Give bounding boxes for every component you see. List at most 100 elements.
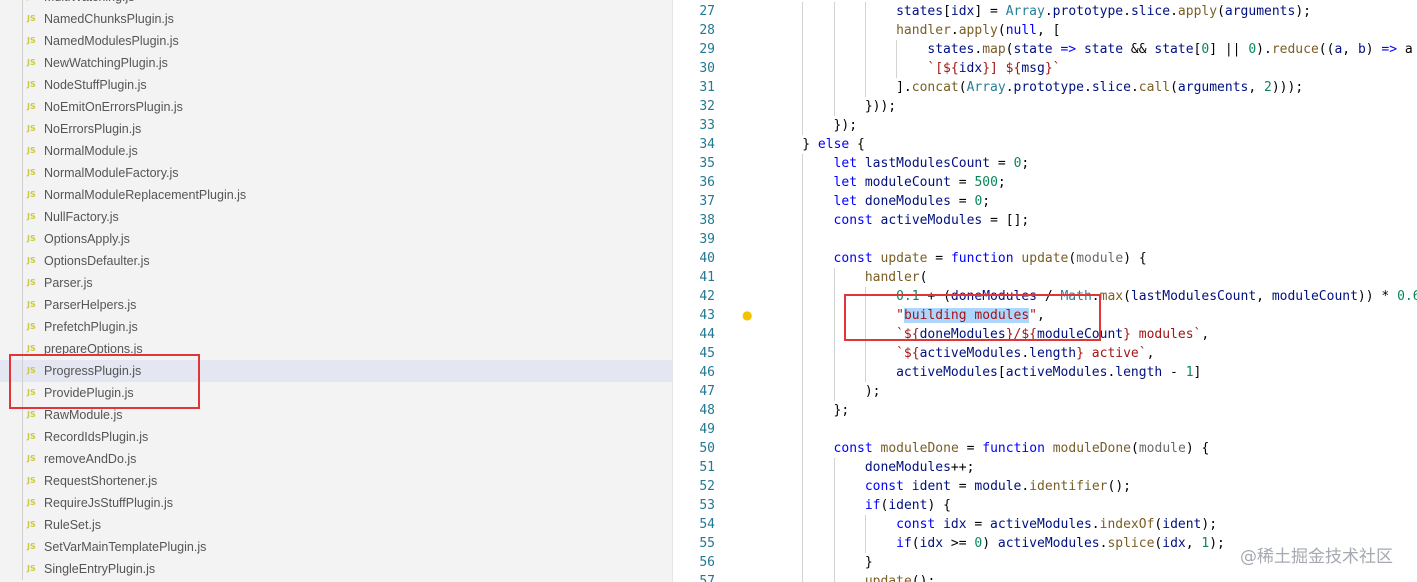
file-item[interactable]: JS NamedChunksPlugin.js: [0, 8, 672, 30]
code-line[interactable]: 42 0.1 + (doneModules / Math.max(lastModu…: [673, 287, 1417, 306]
indent-guide: [864, 515, 866, 534]
code-line[interactable]: 48};: [673, 401, 1417, 420]
file-item[interactable]: JS RawModule.js: [0, 404, 672, 426]
code-token: =: [927, 251, 951, 266]
file-item[interactable]: JS ParserHelpers.js: [0, 294, 672, 316]
code-token: map: [982, 42, 1006, 57]
file-item[interactable]: JS NamedModulesPlugin.js: [0, 30, 672, 52]
line-number: 55: [699, 536, 715, 551]
code-line[interactable]: 38 const activeModules = [];: [673, 211, 1417, 230]
file-item[interactable]: JS prepareOptions.js: [0, 338, 672, 360]
code-token: [: [943, 4, 951, 19]
code-line[interactable]: 53 if(ident) {: [673, 496, 1417, 515]
file-name: MultiWatching.js: [44, 0, 135, 8]
code-token: module: [1076, 251, 1124, 266]
code-line[interactable]: 37 let doneModules = 0;: [673, 192, 1417, 211]
file-item[interactable]: JS OptionsApply.js: [0, 228, 672, 250]
code-line[interactable]: 49: [673, 420, 1417, 439]
file-name: SingleEntryPlugin.js: [44, 562, 156, 576]
file-item[interactable]: JS NewWatchingPlugin.js: [0, 52, 672, 74]
code-token: doneModules: [950, 289, 1037, 304]
file-name: RequestShortener.js: [44, 474, 158, 488]
file-item[interactable]: JS RequestShortener.js: [0, 470, 672, 492]
code-text: if(ident) {: [865, 496, 951, 515]
file-item[interactable]: JS ProvidePlugin.js: [0, 382, 672, 404]
code-line[interactable]: 44 `${doneModules}/${moduleCount} modules…: [673, 325, 1417, 344]
code-line[interactable]: 51 doneModules++;: [673, 458, 1417, 477]
code-token: state: [1083, 42, 1124, 57]
code-token: ();: [1107, 479, 1131, 494]
code-line[interactable]: 36 let moduleCount = 500;: [673, 173, 1417, 192]
code-line[interactable]: 34} else {: [673, 135, 1417, 154]
file-item[interactable]: JS NormalModuleReplacementPlugin.js: [0, 184, 672, 206]
file-item[interactable]: JS NormalModule.js: [0, 140, 672, 162]
code-line[interactable]: 28 handler.apply(null, [: [673, 21, 1417, 40]
indent-guide: [802, 21, 804, 40]
code-line[interactable]: 45 `${activeModules.length} active`,: [673, 344, 1417, 363]
indent-guide: [802, 553, 804, 572]
file-item[interactable]: JS NodeStuffPlugin.js: [0, 74, 672, 96]
code-token: const: [833, 441, 873, 456]
file-item[interactable]: JS MultiWatching.js: [0, 0, 672, 8]
indent-guide: [802, 78, 804, 97]
indent-guide: [802, 2, 804, 21]
indent-guide: [802, 249, 804, 268]
file-item[interactable]: JS OptionsDefaulter.js: [0, 250, 672, 272]
line-number: 40: [699, 251, 715, 266]
js-file-icon: JS: [27, 278, 36, 287]
code-line[interactable]: 40 const update = function update(module)…: [673, 249, 1417, 268]
file-item[interactable]: JS removeAndDo.js: [0, 448, 672, 470]
code-line[interactable]: 47);: [673, 382, 1417, 401]
code-token: prototype: [1013, 80, 1084, 95]
indent-guide: [802, 116, 804, 135]
code-line[interactable]: 41 handler(: [673, 268, 1417, 287]
code-editor[interactable]: 27 states[idx] = Array.prototype.slice.ap…: [673, 0, 1417, 582]
file-item[interactable]: JS NoEmitOnErrorsPlugin.js: [0, 96, 672, 118]
lightbulb-icon[interactable]: ●: [742, 306, 752, 325]
file-item[interactable]: JS NormalModuleFactory.js: [0, 162, 672, 184]
line-number: 33: [699, 118, 715, 133]
code-line[interactable]: 31].concat(Array.prototype.slice.call(ar…: [673, 78, 1417, 97]
file-item[interactable]: JS NullFactory.js: [0, 206, 672, 228]
code-line[interactable]: 54 const idx = activeModules.indexOf(iden…: [673, 515, 1417, 534]
code-token: };: [833, 403, 850, 418]
code-token: .: [1083, 80, 1092, 95]
js-file-icon: JS: [27, 410, 36, 419]
code-line[interactable]: 39: [673, 230, 1417, 249]
code-line[interactable]: 43 ● "building modules",: [673, 306, 1417, 325]
code-token: module: [974, 479, 1022, 494]
line-number: 52: [699, 479, 715, 494]
code-line[interactable]: 52 const ident = module.identifier();: [673, 477, 1417, 496]
indent-guide: [896, 59, 898, 78]
file-item[interactable]: JS RecordIdsPlugin.js: [0, 426, 672, 448]
code-token: states: [896, 4, 944, 19]
file-item[interactable]: JS Parser.js: [0, 272, 672, 294]
code-text: "building modules",: [896, 306, 1045, 325]
file-item[interactable]: JS ProgressPlugin.js: [0, 360, 672, 382]
file-item[interactable]: JS NoErrorsPlugin.js: [0, 118, 672, 140]
code-line[interactable]: 57 update();: [673, 572, 1417, 582]
file-item[interactable]: JS RequireJsStuffPlugin.js: [0, 492, 672, 514]
code-line[interactable]: 50 const moduleDone = function moduleDone…: [673, 439, 1417, 458]
code-token: ": [1029, 308, 1037, 323]
code-token: identifier: [1029, 479, 1108, 494]
indent-guide: [802, 496, 804, 515]
code-line[interactable]: 29 states.map(state => state && state[0] …: [673, 40, 1417, 59]
code-token: handler: [864, 270, 920, 285]
code-text: handler(: [865, 268, 928, 287]
code-line[interactable]: 27 states[idx] = Array.prototype.slice.ap…: [673, 2, 1417, 21]
code-text: );: [865, 382, 881, 401]
code-line[interactable]: 33});: [673, 116, 1417, 135]
code-line[interactable]: 30 `[${idx}] ${msg}`: [673, 59, 1417, 78]
file-item[interactable]: JS RuleSet.js: [0, 514, 672, 536]
code-line[interactable]: 32}));: [673, 97, 1417, 116]
code-text: const update = function update(module) {: [834, 249, 1147, 268]
file-item[interactable]: JS SetVarMainTemplatePlugin.js: [0, 536, 672, 558]
code-line[interactable]: 46 activeModules[activeModules.length - 1…: [673, 363, 1417, 382]
file-item[interactable]: JS PrefetchPlugin.js: [0, 316, 672, 338]
code-line[interactable]: 35 let lastModulesCount = 0;: [673, 154, 1417, 173]
code-token: concat: [911, 80, 959, 95]
file-item[interactable]: JS SingleEntryPlugin.js: [0, 558, 672, 580]
